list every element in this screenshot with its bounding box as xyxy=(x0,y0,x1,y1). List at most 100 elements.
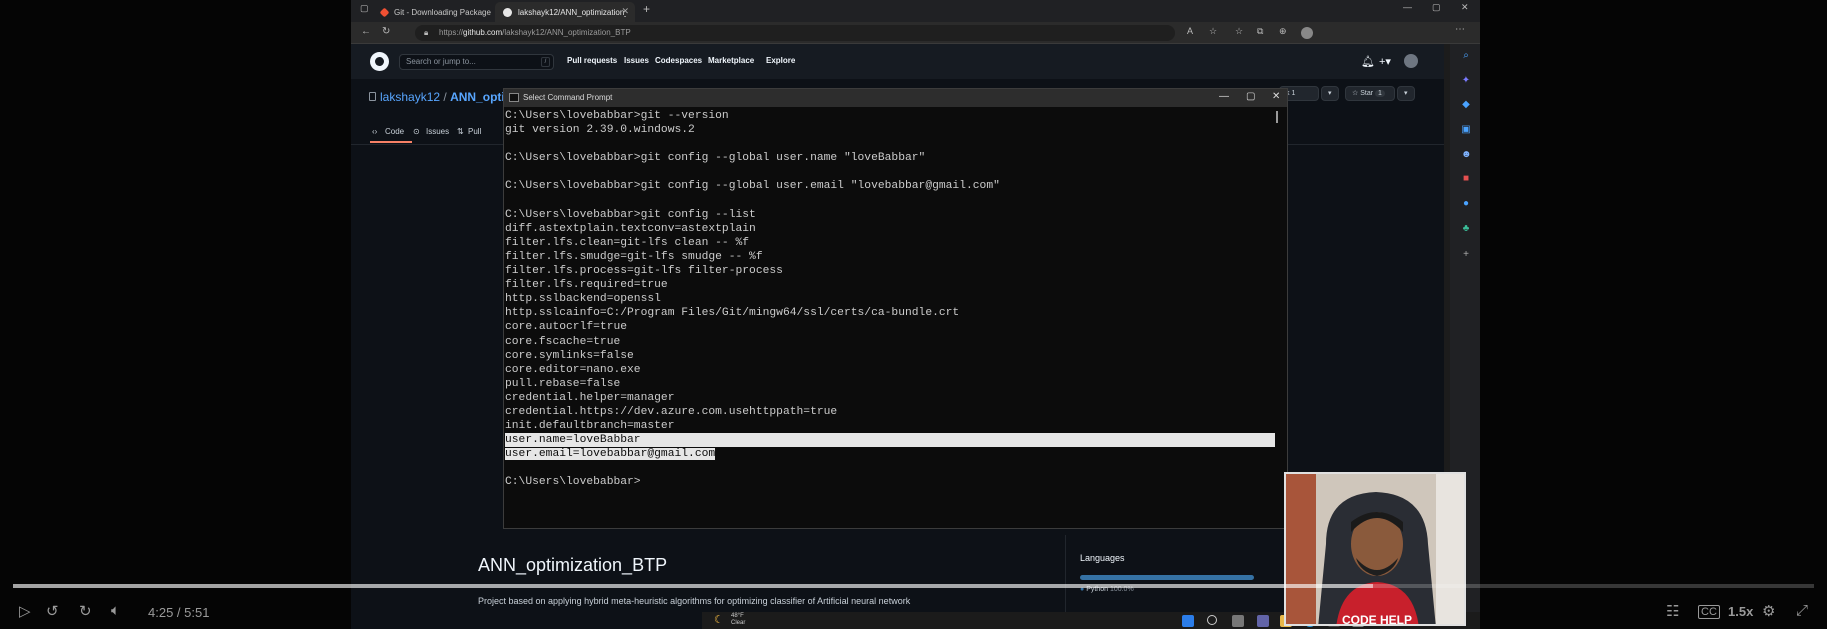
teams-icon[interactable] xyxy=(1257,615,1269,627)
nav-issues[interactable]: Issues xyxy=(624,56,649,65)
nav-pull-requests[interactable]: Pull requests xyxy=(567,56,617,65)
video-player[interactable]: ▢ Git - Downloading Package ✕ lakshayk12… xyxy=(0,0,1827,629)
star-button[interactable]: ☆ Star 1 xyxy=(1345,86,1395,101)
console-line-text: core.fscache=true xyxy=(505,335,621,348)
search-icon[interactable]: ⌕ xyxy=(1461,51,1471,61)
favorite-add-icon[interactable]: ☆ xyxy=(1209,26,1217,37)
tab-code[interactable]: Code xyxy=(385,127,404,136)
new-tab-icon[interactable]: + xyxy=(643,2,650,16)
console-line-text: http.sslcainfo=C:/Program Files/Git/ming… xyxy=(505,307,960,320)
browser-tab-bar: ▢ Git - Downloading Package ✕ lakshayk12… xyxy=(351,0,1480,22)
maximize-icon[interactable]: ▢ xyxy=(1432,2,1441,13)
nav-explore[interactable]: Explore xyxy=(766,56,795,65)
github-logo-icon[interactable] xyxy=(370,52,389,71)
fullscreen-icon[interactable]: ⤢ xyxy=(1796,602,1808,619)
readme-description: Project based on applying hybrid meta-he… xyxy=(478,596,911,606)
console-line-text: init.defaultbranch=master xyxy=(505,420,675,433)
console-line: http.sslcainfo=C:/Program Files/Git/ming… xyxy=(505,306,1275,320)
forward-icon[interactable]: ↻ xyxy=(79,602,92,620)
console-line: user.name=loveBabbar xyxy=(505,433,1275,448)
cmd-scrollbar-thumb[interactable] xyxy=(1276,111,1278,123)
active-tab-indicator xyxy=(370,141,412,143)
search-shortcut-key: / xyxy=(541,57,550,67)
settings-gear-icon[interactable]: ⚙ xyxy=(1762,602,1775,620)
notifications-bell-icon[interactable]: 🔔︎ xyxy=(1361,55,1375,68)
tab-pull-icon: ⇅ xyxy=(457,127,464,136)
console-output[interactable]: C:\Users\lovebabbar>git --version git ver… xyxy=(505,109,1275,529)
command-prompt-window[interactable]: Select Command Prompt — ▢ ✕ C:\Users\lov… xyxy=(503,88,1288,529)
console-line: C:\Users\lovebabbar>git --version xyxy=(505,109,1275,123)
console-line-text: core.symlinks=false xyxy=(505,349,634,362)
profile-avatar[interactable] xyxy=(1301,27,1313,39)
sidebar-people-icon[interactable]: ☻ xyxy=(1461,150,1472,160)
seek-bar[interactable] xyxy=(13,584,1814,588)
taskbar-search-icon[interactable] xyxy=(1207,615,1217,625)
back-icon[interactable]: ← xyxy=(361,26,371,37)
sidebar-add-icon[interactable]: + xyxy=(1461,250,1471,260)
address-bar-row: ← ↻ 🔒︎ https://github.com/lakshayk12/ANN… xyxy=(351,22,1480,44)
sidebar-office-icon[interactable]: ■ xyxy=(1461,174,1471,184)
transcript-icon[interactable]: ☷ xyxy=(1666,602,1679,620)
sidebar-outlook-icon[interactable]: ● xyxy=(1461,199,1471,209)
search-input[interactable]: Search or jump to... / xyxy=(399,54,554,70)
repo-name-link[interactable]: ANN_opti xyxy=(450,90,505,104)
console-line: filter.lfs.smudge=git-lfs smudge -- %f xyxy=(505,250,1275,264)
page-scrollbar[interactable] xyxy=(1444,44,1450,476)
captions-icon[interactable]: CC xyxy=(1698,605,1720,619)
close-window-icon[interactable]: ✕ xyxy=(1461,2,1469,13)
fork-dropdown[interactable]: ▾ xyxy=(1321,86,1339,101)
tab-pull-requests[interactable]: Pull xyxy=(468,127,481,136)
favorites-icon[interactable]: ☆ xyxy=(1235,26,1243,37)
console-line: core.symlinks=false xyxy=(505,349,1275,363)
console-line-text: C:\Users\lovebabbar>git --version xyxy=(505,110,729,122)
sidebar-shopping-icon[interactable]: ▣ xyxy=(1461,125,1471,135)
url-field[interactable]: 🔒︎ https://github.com/lakshayk12/ANN_opt… xyxy=(415,25,1175,41)
console-line: init.defaultbranch=master xyxy=(505,419,1275,433)
lock-icon: 🔒︎ xyxy=(424,28,429,37)
time-display: 4:25 / 5:51 xyxy=(148,605,210,620)
sidebar-tree-icon[interactable]: ♣ xyxy=(1461,224,1471,234)
github-header: Search or jump to... / Pull requests Iss… xyxy=(351,44,1444,79)
minimize-icon[interactable]: — xyxy=(1403,2,1412,12)
sidebar-copilot-icon[interactable]: ✦ xyxy=(1461,76,1471,86)
rewind-icon[interactable]: ↺ xyxy=(46,602,59,620)
console-line: filter.lfs.clean=git-lfs clean -- %f xyxy=(505,236,1275,250)
nav-marketplace[interactable]: Marketplace xyxy=(708,56,754,65)
create-new-icon[interactable]: +▾ xyxy=(1379,55,1391,68)
console-line-text: C:\Users\lovebabbar>git config --list xyxy=(505,208,756,221)
minimize-icon[interactable]: — xyxy=(1219,91,1229,102)
user-avatar[interactable] xyxy=(1404,54,1418,68)
maximize-icon[interactable]: ▢ xyxy=(1246,91,1255,102)
tab-git-download[interactable]: Git - Downloading Package ✕ xyxy=(373,2,513,22)
nav-codespaces[interactable]: Codespaces xyxy=(655,56,702,65)
extensions-icon[interactable]: ⊕ xyxy=(1279,26,1287,37)
playback-speed[interactable]: 1.5x xyxy=(1728,604,1753,619)
sidebar-tools-icon[interactable]: ◆ xyxy=(1461,100,1471,110)
refresh-icon[interactable]: ↻ xyxy=(382,26,390,37)
tab-actions-icon[interactable]: ▢ xyxy=(360,3,369,14)
repo-owner-link[interactable]: lakshayk12 xyxy=(380,90,440,104)
volume-icon[interactable]: 🔈︎ xyxy=(111,602,120,619)
close-icon[interactable]: ✕ xyxy=(1272,91,1280,102)
star-dropdown[interactable]: ▾ xyxy=(1397,86,1415,101)
star-icon: ☆ xyxy=(1352,90,1359,97)
seek-bar-played xyxy=(13,584,1373,588)
tab-github-repo[interactable]: lakshayk12/ANN_optimization_B ✕ xyxy=(495,2,635,22)
close-icon[interactable]: ✕ xyxy=(621,6,629,17)
more-menu-icon[interactable]: ⋯ xyxy=(1455,24,1465,35)
cmd-title-bar[interactable]: Select Command Prompt — ▢ ✕ xyxy=(504,89,1287,107)
play-icon[interactable]: ▷ xyxy=(19,602,31,620)
console-line-text: filter.lfs.process=git-lfs filter-proces… xyxy=(505,265,783,278)
console-line: filter.lfs.required=true xyxy=(505,278,1275,292)
repo-icon xyxy=(369,92,376,101)
console-line: C:\Users\lovebabbar> xyxy=(505,475,1275,489)
start-windows-icon[interactable] xyxy=(1182,615,1194,627)
tab-issues[interactable]: Issues xyxy=(426,127,449,136)
read-aloud-icon[interactable]: A xyxy=(1187,26,1193,36)
collections-icon[interactable]: ⧉ xyxy=(1257,26,1263,37)
console-line: core.fscache=true xyxy=(505,335,1275,349)
weather-widget[interactable]: 48°F Clear xyxy=(731,613,745,627)
taskview-icon[interactable] xyxy=(1232,615,1244,627)
